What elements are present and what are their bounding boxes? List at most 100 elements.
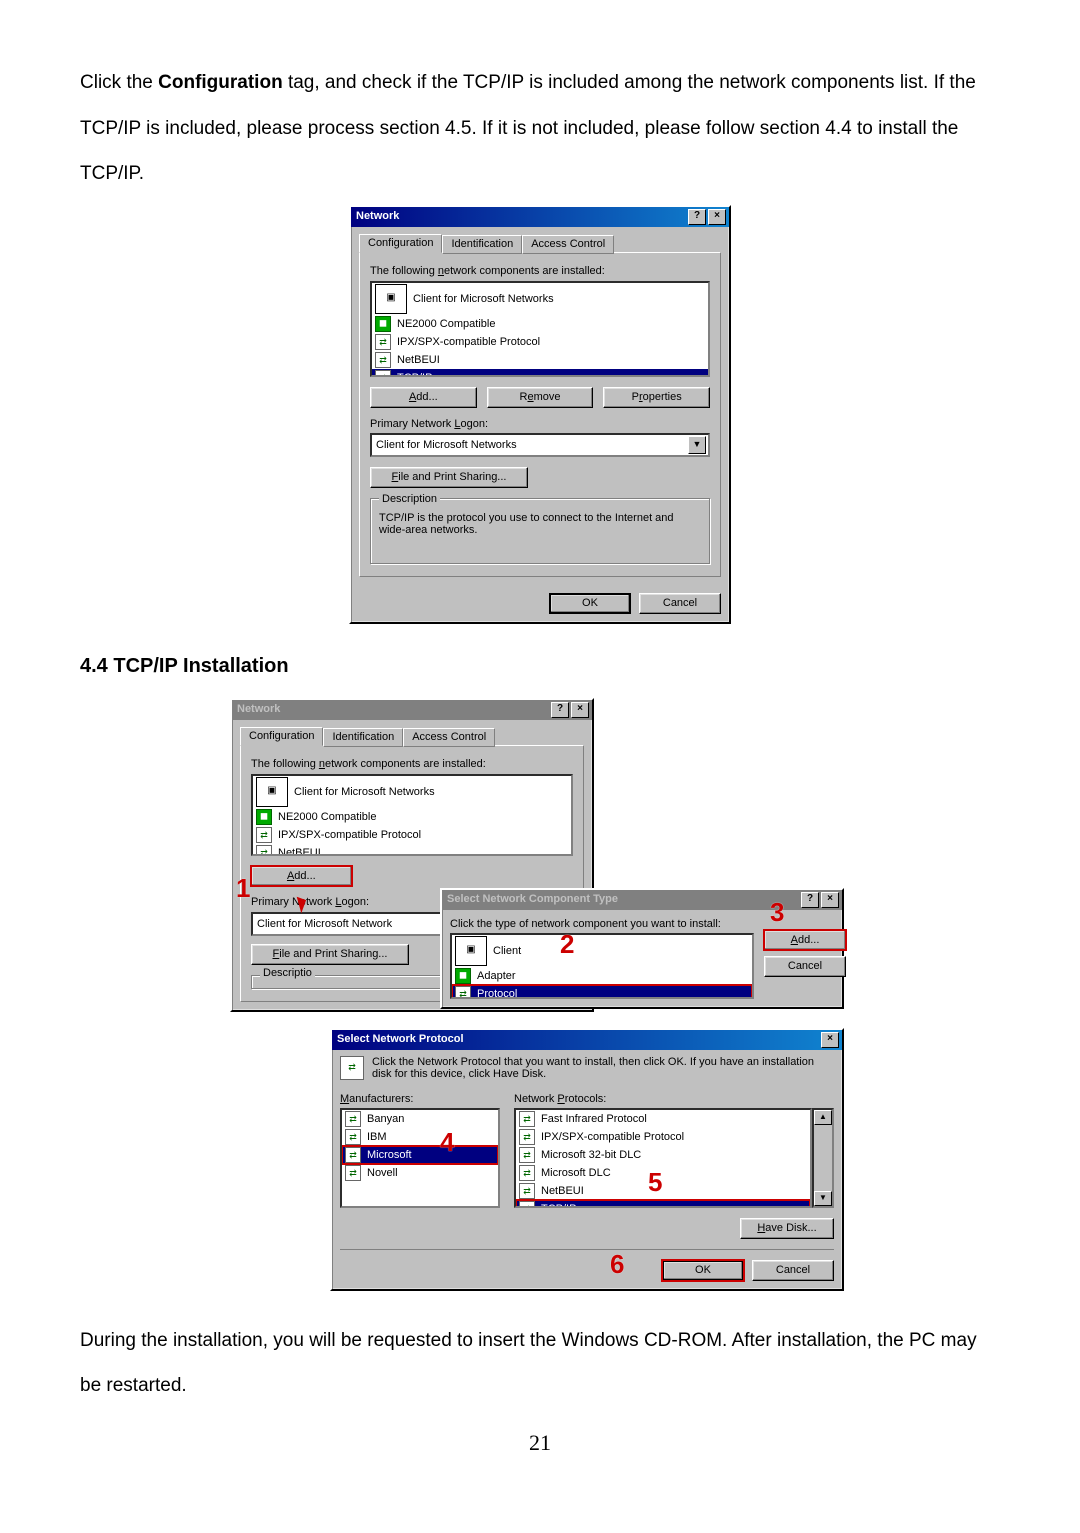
list-item[interactable]: Fast Infrared Protocol	[516, 1110, 810, 1128]
list-item[interactable]: Adapter	[452, 967, 752, 985]
manufacturers-label: Manufacturers:	[340, 1093, 500, 1106]
protocol-icon	[455, 986, 471, 999]
instruction-text: Click the Network Protocol that you want…	[372, 1056, 834, 1081]
properties-button[interactable]: Properties	[603, 387, 710, 408]
protocol-icon	[519, 1183, 535, 1199]
titlebar: Network ? ×	[351, 207, 729, 227]
protocol-icon	[340, 1056, 364, 1080]
close-button[interactable]: ×	[821, 1032, 839, 1048]
protocol-icon	[519, 1201, 535, 1208]
tab-access-control[interactable]: Access Control	[403, 728, 495, 748]
protocol-icon	[519, 1111, 535, 1127]
closing-paragraph: During the installation, you will be req…	[80, 1318, 1000, 1409]
manufacturer-icon	[345, 1111, 361, 1127]
figure-stack: Network ? × Configuration Identification…	[230, 698, 850, 1298]
list-item[interactable]: NetBEUI	[516, 1182, 810, 1200]
list-item-selected[interactable]: Microsoft	[342, 1146, 498, 1164]
scroll-up-icon[interactable]: ▲	[814, 1110, 832, 1125]
adapter-icon	[375, 316, 391, 332]
tab-configuration[interactable]: Configuration	[359, 234, 442, 254]
tab-identification[interactable]: Identification	[323, 728, 403, 748]
manufacturer-icon	[345, 1147, 361, 1163]
tabstrip: Configuration Identification Access Cont…	[359, 233, 721, 254]
protocols-list[interactable]: Fast Infrared Protocol IPX/SPX-compatibl…	[514, 1108, 812, 1208]
list-item[interactable]: Novell	[342, 1164, 498, 1182]
list-item[interactable]: Client	[452, 935, 752, 967]
help-button[interactable]: ?	[801, 892, 819, 908]
add-button[interactable]: Add...	[370, 387, 477, 408]
dialog-title: Select Network Component Type	[445, 893, 618, 906]
titlebar: Network ? ×	[232, 700, 592, 720]
tab-identification[interactable]: Identification	[442, 235, 522, 255]
select-network-protocol-dialog: Select Network Protocol × Click the Netw…	[330, 1028, 844, 1291]
primary-logon-combo[interactable]: Client for Microsoft Networks ▼	[370, 433, 710, 457]
list-item-selected[interactable]: Protocol	[452, 985, 752, 999]
help-button[interactable]: ?	[688, 209, 706, 225]
adapter-icon	[455, 968, 471, 984]
manufacturers-list[interactable]: Banyan IBM Microsoft Novell	[340, 1108, 500, 1208]
list-item[interactable]: Microsoft 32-bit DLC	[516, 1146, 810, 1164]
cancel-button[interactable]: Cancel	[752, 1260, 834, 1281]
close-button[interactable]: ×	[708, 209, 726, 225]
list-item[interactable]: NetBEUI	[372, 351, 708, 369]
protocol-icon	[375, 352, 391, 368]
list-item[interactable]: IPX/SPX-compatible Protocol	[372, 333, 708, 351]
list-item[interactable]: IPX/SPX-compatible Protocol	[253, 826, 571, 844]
client-icon	[256, 777, 288, 807]
titlebar: Select Network Protocol ×	[332, 1030, 842, 1050]
intro-paragraph: Click the Configuration tag, and check i…	[80, 60, 1000, 197]
list-item-selected[interactable]: TCP/IP	[516, 1200, 810, 1208]
list-item-selected[interactable]: TCP/IP	[372, 369, 708, 377]
combo-arrow-icon[interactable]: ▼	[688, 436, 706, 454]
file-print-sharing-button[interactable]: File and Print Sharing...	[251, 944, 409, 965]
list-item[interactable]: Microsoft DLC	[516, 1164, 810, 1182]
list-item[interactable]: Client for Microsoft Networks	[372, 283, 708, 315]
description-text: TCP/IP is the protocol you use to connec…	[379, 512, 701, 537]
help-button[interactable]: ?	[551, 702, 569, 718]
protocol-icon	[256, 845, 272, 856]
list-item[interactable]: NE2000 Compatible	[372, 315, 708, 333]
list-item[interactable]: NetBEUI	[253, 844, 571, 856]
network-components-list[interactable]: Client for Microsoft Networks NE2000 Com…	[370, 281, 710, 377]
components-label: The following network components are ins…	[370, 265, 710, 278]
add-button[interactable]: Add...	[764, 930, 846, 951]
callout-5: 5	[648, 1168, 662, 1198]
add-button[interactable]: Add...	[251, 866, 352, 887]
cancel-button[interactable]: Cancel	[639, 593, 721, 614]
ok-button[interactable]: OK	[549, 593, 631, 614]
network-components-list[interactable]: Client for Microsoft Networks NE2000 Com…	[251, 774, 573, 856]
combo-value: Client for Microsoft Network	[257, 918, 392, 931]
have-disk-button[interactable]: Have Disk...	[740, 1218, 834, 1239]
protocol-icon	[375, 334, 391, 350]
ok-button[interactable]: OK	[662, 1260, 744, 1281]
file-print-sharing-button[interactable]: File and Print Sharing...	[370, 467, 528, 488]
remove-button[interactable]: Remove	[487, 387, 594, 408]
list-item[interactable]: Client for Microsoft Networks	[253, 776, 571, 808]
tab-access-control[interactable]: Access Control	[522, 235, 614, 255]
tab-configuration[interactable]: Configuration	[240, 727, 323, 747]
page-number: 21	[80, 1417, 1000, 1470]
protocols-label: Network Protocols:	[514, 1093, 834, 1106]
callout-1: 1	[236, 874, 250, 904]
scroll-down-icon[interactable]: ▼	[814, 1191, 832, 1206]
client-icon	[375, 284, 407, 314]
components-label: The following network components are ins…	[251, 758, 573, 771]
list-item[interactable]: IPX/SPX-compatible Protocol	[516, 1128, 810, 1146]
adapter-icon	[256, 809, 272, 825]
list-item[interactable]: Banyan	[342, 1110, 498, 1128]
callout-6: 6	[610, 1250, 624, 1280]
component-type-list[interactable]: Client Adapter Protocol Service	[450, 933, 754, 999]
manufacturer-icon	[345, 1129, 361, 1145]
client-icon	[455, 936, 487, 966]
combo-value: Client for Microsoft Networks	[376, 439, 517, 452]
close-button[interactable]: ×	[571, 702, 589, 718]
dialog-title: Select Network Protocol	[335, 1033, 464, 1046]
protocol-icon	[519, 1129, 535, 1145]
list-item[interactable]: NE2000 Compatible	[253, 808, 571, 826]
protocol-icon	[519, 1147, 535, 1163]
list-item[interactable]: IBM	[342, 1128, 498, 1146]
cancel-button[interactable]: Cancel	[764, 956, 846, 977]
protocol-icon	[519, 1165, 535, 1181]
description-legend: Description	[379, 493, 440, 506]
close-button[interactable]: ×	[821, 892, 839, 908]
